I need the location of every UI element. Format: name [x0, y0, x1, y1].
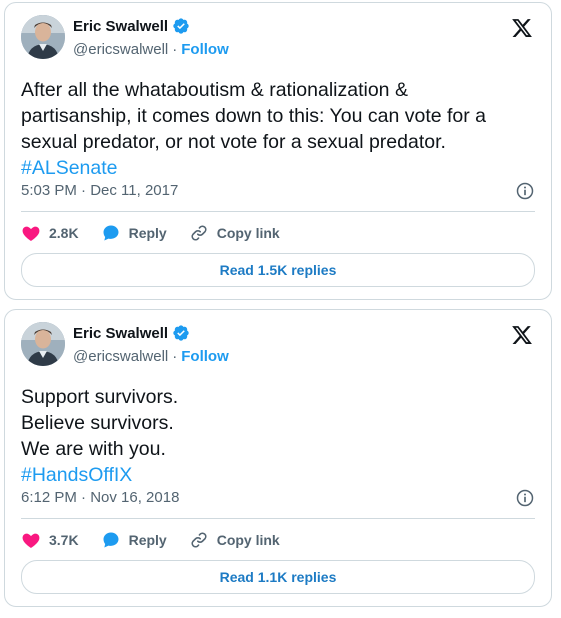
hashtag-link[interactable]: #HandsOffIX [21, 462, 531, 488]
link-icon [191, 532, 207, 548]
follow-button[interactable]: Follow [181, 348, 229, 365]
author-handle[interactable]: @ericswalwell [73, 41, 168, 58]
tweet-text-line: partisanship, it comes down to this: You… [21, 105, 487, 127]
read-replies-button[interactable]: Read 1.5K replies [21, 253, 535, 287]
tweet-text-line: We are with you. [21, 438, 166, 460]
separator-dot: · [172, 348, 178, 365]
info-icon[interactable] [515, 181, 535, 201]
reply-label: Reply [128, 532, 167, 548]
tweet-card[interactable]: Eric Swalwell @ericswalwell · Follow Aft… [4, 2, 552, 300]
avatar[interactable] [21, 15, 65, 59]
tweet-card[interactable]: Eric Swalwell @ericswalwell · Follow Sup… [4, 309, 552, 607]
author-name[interactable]: Eric Swalwell [73, 18, 168, 35]
author-name[interactable]: Eric Swalwell [73, 325, 168, 342]
tweet-text: Support survivors. Believe survivors. We… [21, 384, 531, 488]
heart-icon [22, 533, 40, 548]
like-count: 3.7K [49, 532, 79, 548]
separator-dot: · [172, 41, 178, 58]
avatar[interactable] [21, 322, 65, 366]
speech-bubble-icon [103, 532, 119, 548]
tweet-text-line: sexual predator, or not vote for a sexua… [21, 131, 446, 153]
like-count: 2.8K [49, 225, 79, 241]
tweet-text: After all the whataboutism & rationaliza… [21, 77, 531, 181]
follow-button[interactable]: Follow [181, 41, 229, 58]
copy-link-button[interactable]: Copy link [189, 530, 280, 550]
reply-label: Reply [128, 225, 167, 241]
verified-badge-icon [173, 18, 189, 34]
reply-button[interactable]: Reply [101, 530, 167, 550]
like-button[interactable]: 3.7K [21, 530, 79, 550]
x-logo-icon[interactable] [511, 324, 533, 346]
tweet-text-line: Support survivors. [21, 386, 179, 408]
tweet-timestamp[interactable]: 5:03 PM · Dec 11, 2017 [21, 182, 178, 199]
hashtag-link[interactable]: #ALSenate [21, 155, 531, 181]
verified-badge-icon [173, 325, 189, 341]
copy-link-label: Copy link [216, 225, 280, 241]
tweet-timestamp[interactable]: 6:12 PM · Nov 16, 2018 [21, 489, 179, 506]
read-replies-button[interactable]: Read 1.1K replies [21, 560, 535, 594]
heart-icon [22, 226, 40, 241]
reply-button[interactable]: Reply [101, 223, 167, 243]
x-logo-icon[interactable] [511, 17, 533, 39]
copy-link-label: Copy link [216, 532, 280, 548]
like-button[interactable]: 2.8K [21, 223, 79, 243]
tweet-text-line: Believe survivors. [21, 412, 174, 434]
tweet-text-line: After all the whataboutism & rationaliza… [21, 79, 408, 101]
speech-bubble-icon [103, 225, 119, 241]
link-icon [191, 225, 207, 241]
divider [21, 211, 535, 212]
copy-link-button[interactable]: Copy link [189, 223, 280, 243]
info-icon[interactable] [515, 488, 535, 508]
divider [21, 518, 535, 519]
author-handle[interactable]: @ericswalwell [73, 348, 168, 365]
